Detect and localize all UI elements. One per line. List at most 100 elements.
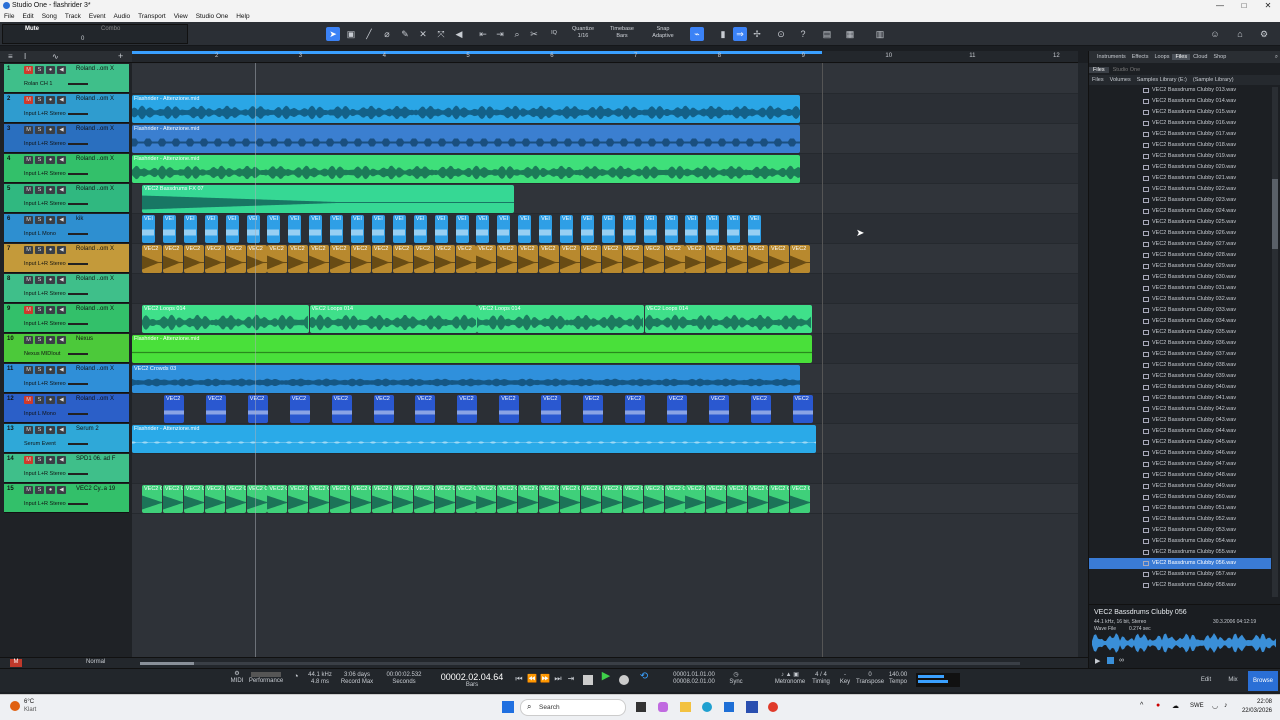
volume-fader[interactable]: [68, 173, 88, 175]
mute-button[interactable]: M: [24, 126, 33, 134]
tab-effects[interactable]: Effects: [1129, 54, 1152, 60]
mute-button[interactable]: M: [24, 66, 33, 74]
track-name[interactable]: Roland ..om X: [76, 246, 114, 252]
audio-clip[interactable]: VEI: [330, 215, 344, 243]
solo-button[interactable]: S: [35, 246, 44, 254]
audio-clip[interactable]: VEC2: [225, 245, 246, 273]
forward-icon[interactable]: ⏩: [540, 675, 550, 683]
audio-clip[interactable]: VEC2: [541, 395, 562, 423]
file-list-item[interactable]: VEC2 Bassdrums Clubby 041.wav: [1089, 393, 1271, 404]
audio-clip[interactable]: VEC2: [708, 395, 729, 423]
audio-clip[interactable]: VEI: [204, 215, 218, 243]
volume-fader[interactable]: [68, 353, 88, 355]
monitor-button[interactable]: ◀: [57, 156, 66, 164]
settings-icon[interactable]: ⚙: [1257, 27, 1271, 41]
track-input[interactable]: Input L Mono: [24, 411, 56, 417]
audio-clip[interactable]: VEI: [371, 215, 385, 243]
track-name[interactable]: Roland ..om X: [76, 276, 114, 282]
mute-button[interactable]: M: [24, 186, 33, 194]
file-list-item[interactable]: VEC2 Bassdrums Clubby 025.wav: [1089, 217, 1271, 228]
file-list-item[interactable]: VEC2 Bassdrums Clubby 036.wav: [1089, 338, 1271, 349]
scissors-icon[interactable]: ✂: [527, 27, 541, 41]
loop-toggle-icon[interactable]: ⟲: [636, 672, 652, 682]
track-input[interactable]: Serum Event: [24, 441, 56, 447]
menu-file[interactable]: File: [0, 11, 18, 22]
menu-track[interactable]: Track: [61, 11, 85, 22]
track-lane[interactable]: [132, 454, 1078, 484]
mute-tool-icon[interactable]: ✕: [416, 27, 430, 41]
copilot-icon[interactable]: [658, 702, 668, 712]
audio-clip[interactable]: Flashrider - Attenzione.mid: [132, 155, 800, 183]
file-list-item[interactable]: VEC2 Bassdrums Clubby 058.wav: [1089, 580, 1271, 591]
solo-button[interactable]: S: [35, 126, 44, 134]
track-name[interactable]: VEC2 Cy..a 19: [76, 486, 115, 492]
file-list-item[interactable]: VEC2 Bassdrums Clubby 030.wav: [1089, 272, 1271, 283]
monitor-button[interactable]: ◀: [57, 96, 66, 104]
start-icon[interactable]: [502, 701, 514, 713]
solo-button[interactable]: S: [35, 366, 44, 374]
audio-clip[interactable]: VEC2 C: [727, 485, 748, 513]
audio-clip[interactable]: VEC2 C: [204, 485, 225, 513]
mute-button[interactable]: M: [24, 96, 33, 104]
file-list-item[interactable]: VEC2 Bassdrums Clubby 053.wav: [1089, 525, 1271, 536]
time-signature[interactable]: 4 / 4 Timing: [810, 672, 832, 686]
horizontal-scrollbar[interactable]: [140, 662, 1020, 665]
audio-clip[interactable]: VEI: [685, 215, 699, 243]
audio-clip[interactable]: VEC2: [643, 245, 664, 273]
tempo-display[interactable]: 140.00 Tempo: [886, 672, 910, 686]
audio-clip[interactable]: VEC2 C: [434, 485, 455, 513]
metronome-button[interactable]: ♪ ▲ ▣ Metronome: [774, 672, 806, 686]
file-list-item[interactable]: VEC2 Bassdrums Clubby 042.wav: [1089, 404, 1271, 415]
record-arm-button[interactable]: ●: [46, 366, 55, 374]
rewind-icon[interactable]: ⏪: [527, 675, 537, 683]
file-list-item[interactable]: VEC2 Bassdrums Clubby 016.wav: [1089, 118, 1271, 129]
file-list-item[interactable]: VEC2 Bassdrums Clubby 021.wav: [1089, 173, 1271, 184]
mute-button[interactable]: M: [24, 246, 33, 254]
audio-clip[interactable]: VEC2: [624, 395, 645, 423]
audio-clip[interactable]: VEI: [601, 215, 615, 243]
track-name[interactable]: Roland ..om X: [76, 306, 114, 312]
track-name[interactable]: Nexus: [76, 336, 93, 342]
track-name[interactable]: Roland ..om X: [76, 96, 114, 102]
audio-clip[interactable]: VEC2: [497, 245, 518, 273]
audio-clip[interactable]: VEC2 C: [183, 485, 204, 513]
record-arm-button[interactable]: ●: [46, 246, 55, 254]
solo-button[interactable]: S: [35, 156, 44, 164]
track-name[interactable]: Serum 2: [76, 426, 99, 432]
file-list-item[interactable]: VEC2 Bassdrums Clubby 015.wav: [1089, 107, 1271, 118]
crumb-volumes[interactable]: Volumes: [1107, 77, 1134, 83]
track-header[interactable]: 4 M S ● ◀ Roland ..om X Input L+R Stereo: [4, 154, 129, 183]
track-menu-icon[interactable]: ≡: [8, 52, 13, 61]
audio-clip[interactable]: VEC2: [204, 245, 225, 273]
audio-clip[interactable]: VEC2: [518, 245, 539, 273]
file-list-item[interactable]: VEC2 Bassdrums Clubby 018.wav: [1089, 140, 1271, 151]
audio-clip[interactable]: VEI: [183, 215, 197, 243]
track-input[interactable]: Nexus MIDIout: [24, 351, 60, 357]
audio-clip[interactable]: Flashrider - Attenzione.mid: [132, 125, 800, 153]
audio-clip[interactable]: VEC2 C: [664, 485, 685, 513]
audio-clip[interactable]: VEC2 Loops 014: [644, 305, 812, 333]
monitor-button[interactable]: ◀: [57, 366, 66, 374]
audio-clip[interactable]: VEC2 C: [789, 485, 810, 513]
file-list-item[interactable]: VEC2 Bassdrums Clubby 056.wav: [1089, 558, 1271, 569]
solo-button[interactable]: S: [35, 306, 44, 314]
taskbar-search[interactable]: ⌕ Search: [520, 699, 626, 716]
file-list-item[interactable]: VEC2 Bassdrums Clubby 050.wav: [1089, 492, 1271, 503]
minimize-button[interactable]: —: [1208, 0, 1232, 11]
audio-clip[interactable]: VEI: [643, 215, 657, 243]
audio-clip[interactable]: VEC2: [748, 245, 769, 273]
track-input[interactable]: Input L+R Stereo: [24, 321, 66, 327]
global-mute-icon[interactable]: M: [10, 659, 22, 667]
file-list-item[interactable]: VEC2 Bassdrums Clubby 043.wav: [1089, 415, 1271, 426]
audio-clip[interactable]: VEC2: [580, 245, 601, 273]
solo-button[interactable]: S: [35, 486, 44, 494]
edge-icon[interactable]: [702, 702, 712, 712]
audio-clip[interactable]: VEC2 C: [748, 485, 769, 513]
audio-clip[interactable]: VEC2: [434, 245, 455, 273]
audio-clip[interactable]: VEC2: [727, 245, 748, 273]
audio-clip[interactable]: VEC2 C: [601, 485, 622, 513]
crumb-files[interactable]: Files: [1089, 77, 1107, 83]
chrome-icon[interactable]: [768, 702, 778, 712]
track-header[interactable]: 6 M S ● ◀ kik Input L Mono: [4, 214, 129, 243]
audio-clip[interactable]: VEC2: [205, 395, 226, 423]
